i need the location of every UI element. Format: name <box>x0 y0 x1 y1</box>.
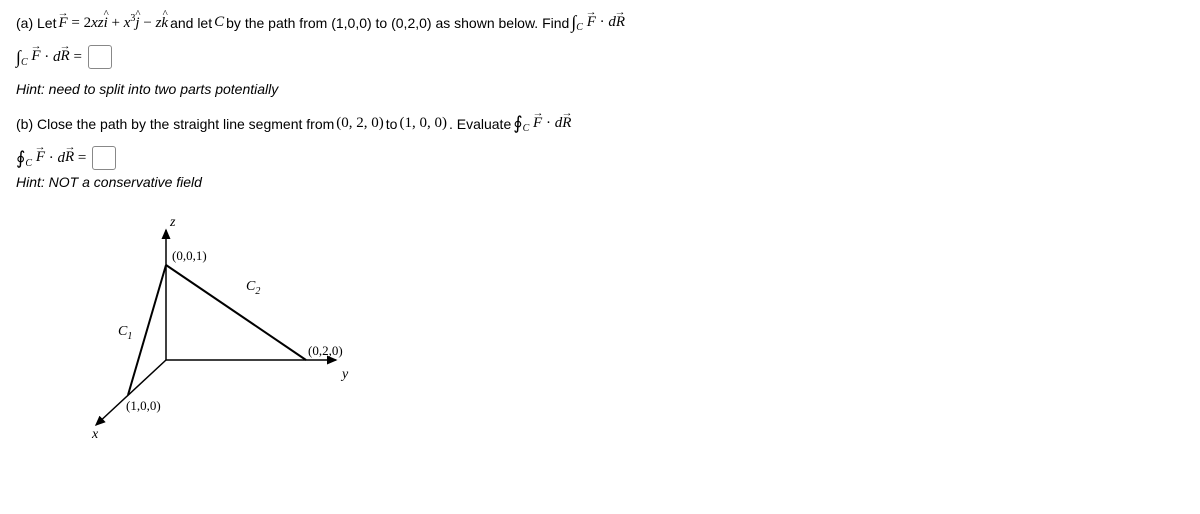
path-figure: z x y (0,0,1) (1,0,0) (0,2,0) C1 C2 <box>36 210 1184 443</box>
p020-label: (0,2,0) <box>308 343 343 358</box>
hint-a: Hint: need to split into two parts poten… <box>16 81 1184 97</box>
C2-sub: 2 <box>255 286 260 297</box>
svg-text:C1: C1 <box>118 324 132 342</box>
R-vector: R <box>616 14 625 31</box>
part-a-label: (a) Let <box>16 15 56 31</box>
y-axis-label: y <box>340 367 349 382</box>
x-axis-label: x <box>91 427 99 440</box>
p001-label: (0,0,1) <box>172 248 207 263</box>
z-axis-label: z <box>169 215 176 230</box>
answer-input-b[interactable] <box>92 146 116 170</box>
part-a-prompt: (a) Let F = 2xzi + x3j − zk and let C by… <box>16 12 1184 33</box>
equation-a: ∫C F · dR = <box>16 45 1184 69</box>
svg-text:C2: C2 <box>246 279 260 297</box>
k-hat: k <box>161 15 168 32</box>
F-vector: F <box>58 15 67 32</box>
part-b-prompt: (b) Close the path by the straight line … <box>16 113 1184 134</box>
C1-sub: 1 <box>127 331 132 342</box>
i-hat: i <box>104 15 108 32</box>
F-vector-2: F <box>587 14 596 31</box>
equation-b: ∮C F · dR = <box>16 146 1184 170</box>
j-hat: j <box>135 15 139 32</box>
p100-label: (1,0,0) <box>126 398 161 413</box>
answer-input-a[interactable] <box>88 45 112 69</box>
hint-b: Hint: NOT a conservative field <box>16 174 1184 190</box>
